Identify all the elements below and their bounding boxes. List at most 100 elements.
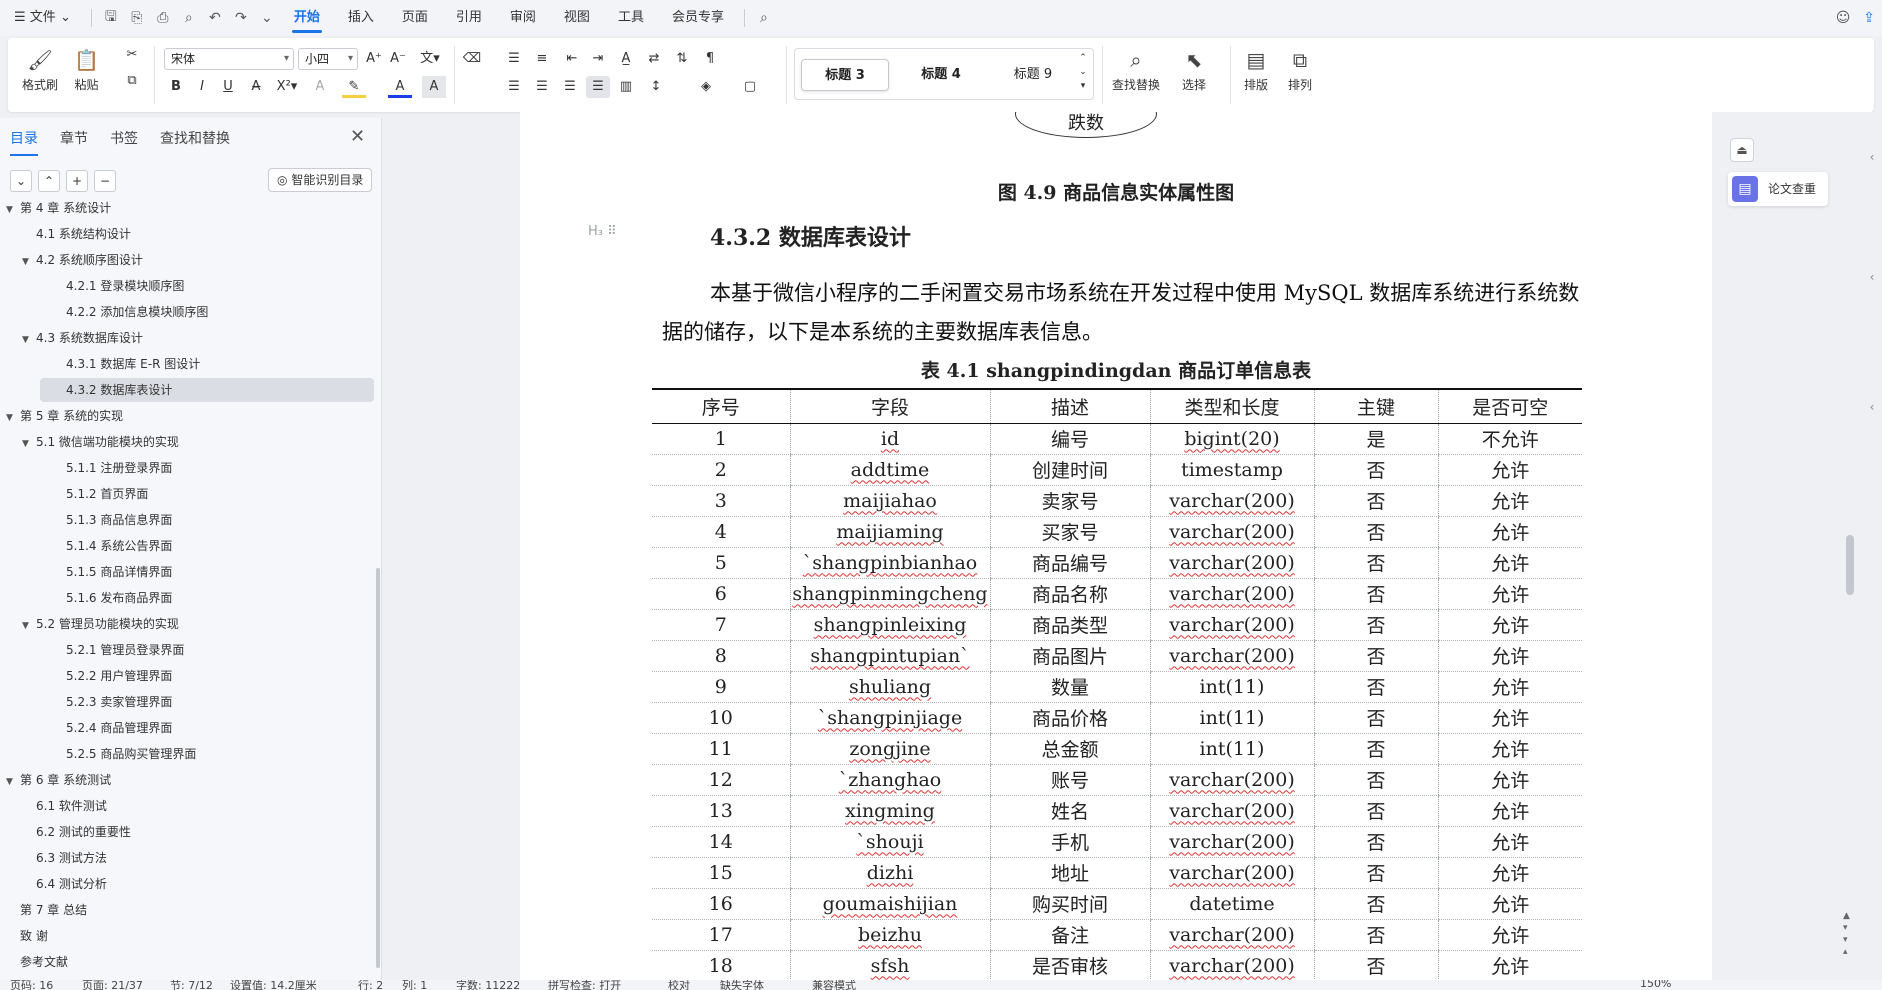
underline-icon[interactable]: U xyxy=(216,76,240,98)
toc-item[interactable]: 4.2.1 登录模块顺序图 xyxy=(66,274,184,298)
tab-view[interactable]: 视图 xyxy=(550,0,604,36)
phonetic-icon[interactable]: 文▾ xyxy=(412,48,448,70)
more-chevron-icon[interactable]: ⌄ xyxy=(254,0,280,36)
font-color-icon[interactable]: A xyxy=(388,76,412,98)
align-right-icon[interactable]: ☰ xyxy=(558,76,582,98)
toc-item[interactable]: 4.3.2 数据库表设计 xyxy=(40,378,374,402)
line-spacing-icon[interactable]: ↕ xyxy=(644,76,668,98)
decrease-indent-icon[interactable]: ⇤ xyxy=(560,48,584,70)
gallery-scroll-icon[interactable]: ⌃ ⌄ ▾ xyxy=(1075,51,1091,91)
close-icon[interactable]: ✕ xyxy=(350,126,365,147)
tab-references[interactable]: 引用 xyxy=(442,0,496,36)
toc-item[interactable]: 5.2.5 商品购买管理界面 xyxy=(66,742,196,766)
tab-member[interactable]: 会员专享 xyxy=(658,0,738,36)
collapse-icon[interactable]: ⌄ xyxy=(10,170,32,192)
numbered-list-icon[interactable]: ≡ xyxy=(530,48,554,70)
nav-scrollbar[interactable] xyxy=(376,568,380,968)
toc-item[interactable]: 4.3.1 数据库 E-R 图设计 xyxy=(66,352,200,376)
style-heading-3[interactable]: 标题 3 xyxy=(801,59,889,91)
caret-down-icon[interactable]: ▼ xyxy=(22,614,36,638)
toc-item[interactable]: 5.1.4 系统公告界面 xyxy=(66,534,172,558)
chinese-layout-icon[interactable]: A̲ xyxy=(614,48,638,70)
toc-item[interactable]: 6.2 测试的重要性 xyxy=(36,820,131,844)
heading-handle-icon[interactable]: H₃ ⠿ xyxy=(588,224,617,239)
save-icon[interactable]: 🖫 xyxy=(98,0,124,36)
nav-tab-toc[interactable]: 目录 xyxy=(10,128,38,156)
show-marks-icon[interactable]: ¶ xyxy=(698,48,722,70)
bold-icon[interactable]: B xyxy=(164,76,188,98)
font-size-select[interactable]: 小四 ▾ xyxy=(298,48,358,70)
sort-icon[interactable]: ⇅ xyxy=(670,48,694,70)
share-icon[interactable]: ⎘ xyxy=(124,0,150,36)
redo-icon[interactable]: ↷ xyxy=(228,0,254,36)
toc-item[interactable]: 第 7 章 总结 xyxy=(20,898,87,922)
arrange-button[interactable]: ⧉ 排列 xyxy=(1288,44,1312,93)
nav-tab-find-replace[interactable]: 查找和替换 xyxy=(160,128,230,156)
toc-item[interactable]: 参考文献 xyxy=(20,950,68,974)
tab-insert[interactable]: 插入 xyxy=(334,0,388,36)
toc-item[interactable]: 6.4 测试分析 xyxy=(36,872,107,896)
caret-down-icon[interactable]: ▼ xyxy=(6,770,20,794)
toc-item[interactable]: 5.2.3 卖家管理界面 xyxy=(66,690,172,714)
style-heading-9[interactable]: 标题 9 xyxy=(989,59,1077,91)
clear-format-icon[interactable]: ⌫ xyxy=(460,48,484,70)
toc-item[interactable]: 6.3 测试方法 xyxy=(36,846,107,870)
cut-icon[interactable]: ✂ xyxy=(120,44,144,66)
nav-tab-chapters[interactable]: 章节 xyxy=(60,128,88,156)
toc-item[interactable]: ▼ 5.2 管理员功能模块的实现 xyxy=(22,612,179,636)
caret-down-icon[interactable]: ▼ xyxy=(6,198,20,222)
toc-item[interactable]: 致 谢 xyxy=(20,924,48,948)
toc-item[interactable]: 5.2.4 商品管理界面 xyxy=(66,716,172,740)
format-painter-button[interactable]: 🖌 格式刷 xyxy=(22,44,58,93)
expand-icon[interactable]: ⌃ xyxy=(38,170,60,192)
side-tab-icon[interactable]: ‹ xyxy=(1862,270,1882,300)
caret-down-icon[interactable]: ▼ xyxy=(22,328,36,352)
nav-tab-bookmarks[interactable]: 书签 xyxy=(110,128,138,156)
increase-indent-icon[interactable]: ⇥ xyxy=(586,48,610,70)
italic-icon[interactable]: I xyxy=(190,76,214,98)
toc-item[interactable]: 4.2.2 添加信息模块顺序图 xyxy=(66,300,208,324)
toc-item[interactable]: 6.1 软件测试 xyxy=(36,794,107,818)
copy-icon[interactable]: ⧉ xyxy=(120,70,144,92)
undo-icon[interactable]: ↶ xyxy=(202,0,228,36)
paper-check-button[interactable]: ▤ 论文查重 xyxy=(1728,172,1828,206)
toc-item[interactable]: 5.1.5 商品详情界面 xyxy=(66,560,172,584)
toc-item[interactable]: 5.1.6 发布商品界面 xyxy=(66,586,172,610)
tab-home[interactable]: 开始 xyxy=(280,0,334,36)
toc-item[interactable]: 4.1 系统结构设计 xyxy=(36,222,131,246)
align-center-icon[interactable]: ☰ xyxy=(530,76,554,98)
tab-review[interactable]: 审阅 xyxy=(496,0,550,36)
toc-item[interactable]: ▼ 第 5 章 系统的实现 xyxy=(6,404,123,428)
layout-button[interactable]: ▤ 排版 xyxy=(1244,44,1268,93)
toc-item[interactable]: 5.1.1 注册登录界面 xyxy=(66,456,172,480)
select-button[interactable]: ⬉ 选择 xyxy=(1182,44,1206,93)
superscript-icon[interactable]: X²▾ xyxy=(272,76,302,98)
font-name-select[interactable]: 宋体 ▾ xyxy=(164,48,294,70)
toc-item[interactable]: 5.2.1 管理员登录界面 xyxy=(66,638,184,662)
remove-icon[interactable]: − xyxy=(94,170,116,192)
toc-item[interactable]: ▼ 4.2 系统顺序图设计 xyxy=(22,248,143,272)
find-replace-button[interactable]: ⌕ 查找替换 xyxy=(1112,44,1160,93)
highlight-icon[interactable]: ✎ xyxy=(342,76,366,98)
bullet-list-icon[interactable]: ☰ xyxy=(502,48,526,70)
border-icon[interactable]: ▢ xyxy=(738,76,762,98)
toc-item[interactable]: 5.2.2 用户管理界面 xyxy=(66,664,172,688)
tab-page[interactable]: 页面 xyxy=(388,0,442,36)
toc-item[interactable]: ▼ 4.3 系统数据库设计 xyxy=(22,326,143,350)
document-scrollbar[interactable] xyxy=(1846,535,1854,595)
feedback-icon[interactable]: ☺ xyxy=(1830,0,1856,36)
file-menu[interactable]: ☰ 文件 ⌄ xyxy=(0,0,85,36)
smart-toc-button[interactable]: ◎ 智能识别目录 xyxy=(268,168,373,192)
collapse-panel-icon[interactable]: ⏏ xyxy=(1730,138,1754,162)
scroll-arrows-icon[interactable]: ▲ ▾ ▾ ▴ xyxy=(1843,910,1850,958)
text-effect-icon[interactable]: A xyxy=(308,76,332,98)
text-direction-icon[interactable]: ⇄ xyxy=(642,48,666,70)
add-icon[interactable]: + xyxy=(66,170,88,192)
document-page[interactable]: 跌数 图 4.9 商品信息实体属性图 H₃ ⠿ 4.3.2 数据库表设计 本基于… xyxy=(520,112,1712,980)
shrink-font-icon[interactable]: A⁻ xyxy=(386,48,410,70)
toc-item[interactable]: 5.1.2 首页界面 xyxy=(66,482,148,506)
side-tab-icon[interactable]: ‹ xyxy=(1862,400,1882,430)
tab-tools[interactable]: 工具 xyxy=(604,0,658,36)
char-shading-icon[interactable]: A xyxy=(422,76,446,98)
share-doc-icon[interactable]: ⇪ xyxy=(1856,0,1882,36)
